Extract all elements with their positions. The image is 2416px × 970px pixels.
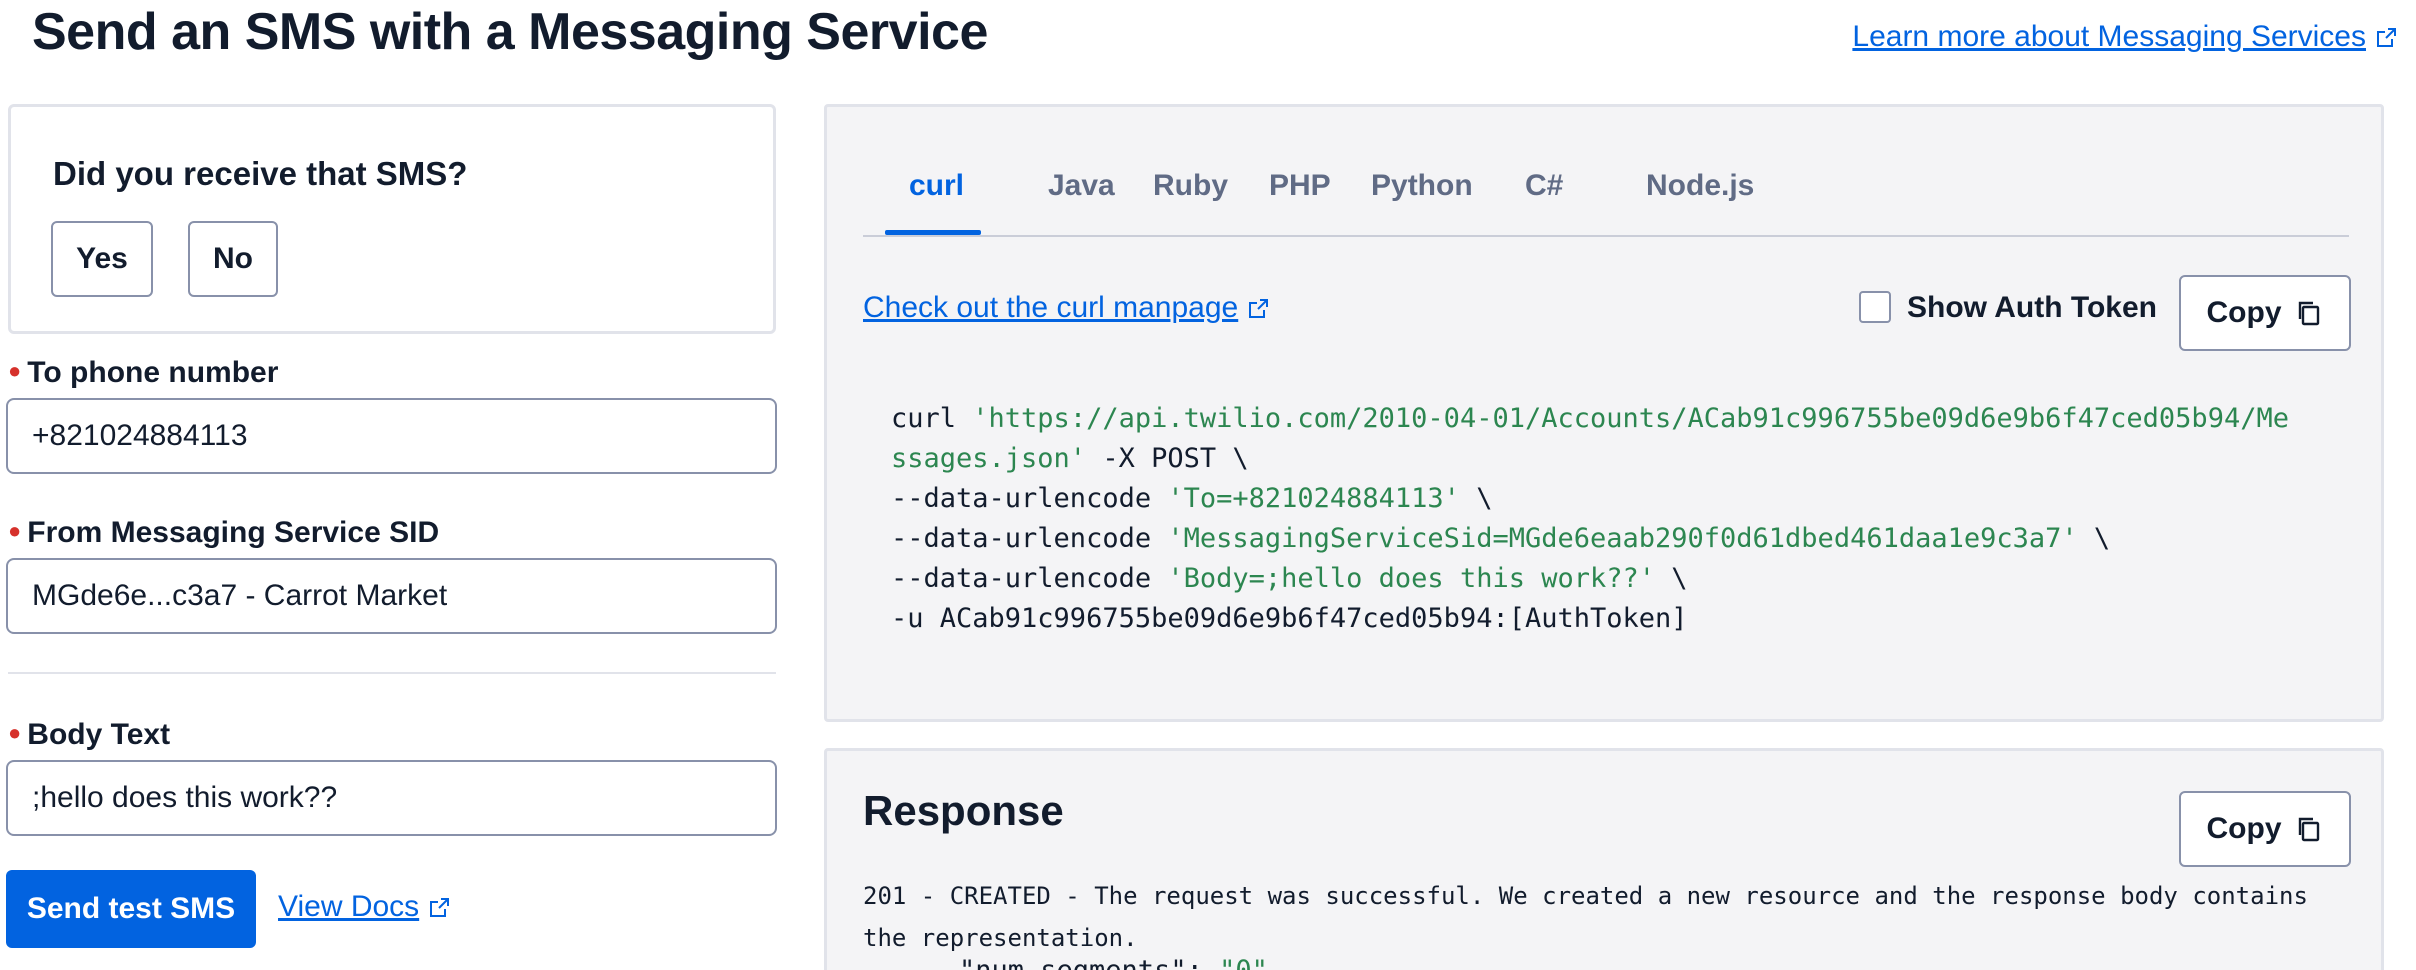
code-line: --data-urlencode 'To=+821024884113' \ — [891, 483, 1492, 514]
tab-ruby[interactable]: Ruby — [1153, 169, 1228, 203]
to-phone-label-text: To phone number — [27, 356, 279, 389]
code-token: -X POST \ — [1086, 443, 1249, 474]
tab-java[interactable]: Java — [1048, 169, 1115, 203]
code-line: ssages.json' -X POST \ — [891, 443, 1249, 474]
no-button[interactable]: No — [188, 221, 278, 297]
code-token: \ — [2077, 523, 2111, 554]
required-dot: ● — [8, 358, 22, 383]
to-phone-input[interactable] — [6, 398, 777, 474]
external-link-icon — [430, 898, 450, 917]
code-string: ssages.json' — [891, 443, 1087, 474]
code-token: --data-urlencode — [891, 563, 1168, 594]
copy-response-label: Copy — [2206, 812, 2282, 845]
copy-code-label: Copy — [2206, 296, 2282, 329]
code-token: \ — [1459, 483, 1493, 514]
code-line: -u ACab91c996755be09d6e9b6f47ced05b94:[A… — [891, 603, 1688, 634]
from-service-label-text: From Messaging Service SID — [27, 516, 440, 549]
show-auth-token-checkbox[interactable] — [1859, 291, 1891, 323]
tab-csharp[interactable]: C# — [1525, 169, 1563, 203]
body-text-input[interactable] — [6, 760, 777, 836]
external-link-icon — [2377, 28, 2396, 47]
code-string: 'MessagingServiceSid=MGde6eaab290f0d61db… — [1167, 523, 2078, 554]
json-value: "0", — [1219, 955, 1284, 970]
curl-manpage-label: Check out the curl manpage — [863, 291, 1239, 324]
active-tab-indicator — [885, 230, 981, 235]
response-status-message: 201 - CREATED - The request was successf… — [863, 882, 2308, 952]
code-line: --data-urlencode 'MessagingServiceSid=MG… — [891, 523, 2110, 554]
code-token: --data-urlencode — [891, 523, 1168, 554]
tab-php[interactable]: PHP — [1269, 169, 1331, 203]
learn-more-link[interactable]: Learn more about Messaging Services — [1852, 20, 2398, 54]
code-string: 'https://api.twilio.com/2010-04-01/Accou… — [972, 403, 2289, 434]
copy-code-button[interactable]: Copy — [2179, 275, 2351, 351]
copy-icon — [2298, 817, 2319, 842]
copy-icon — [2298, 301, 2319, 326]
code-token: \ — [1655, 563, 1688, 594]
json-key: "num_segments": — [959, 955, 1219, 970]
code-snippet: curl 'https://api.twilio.com/2010-04-01/… — [891, 399, 2341, 639]
to-phone-label: ● To phone number — [8, 356, 278, 390]
code-token: curl — [891, 403, 973, 434]
from-service-label: ● From Messaging Service SID — [8, 516, 439, 550]
code-token: --data-urlencode — [891, 483, 1168, 514]
tab-python[interactable]: Python — [1371, 169, 1473, 203]
code-line: --data-urlencode 'Body=;hello does this … — [891, 563, 1688, 594]
curl-manpage-link[interactable]: Check out the curl manpage — [863, 291, 1270, 325]
view-docs-link[interactable]: View Docs — [278, 890, 451, 924]
view-docs-label: View Docs — [278, 890, 420, 923]
code-sample-panel: curl Java Ruby PHP Python C# Node.js Che… — [824, 104, 2384, 722]
external-link-icon — [1249, 299, 1269, 318]
required-dot: ● — [8, 518, 22, 543]
send-test-sms-button[interactable]: Send test SMS — [6, 870, 256, 948]
show-auth-token-label: Show Auth Token — [1907, 291, 2157, 324]
code-string: 'To=+821024884113' — [1167, 483, 1460, 514]
body-text-label: ● Body Text — [8, 718, 170, 752]
divider — [8, 672, 776, 674]
language-tabs: curl Java Ruby PHP Python C# Node.js — [863, 107, 2349, 237]
messaging-service-select[interactable] — [6, 558, 777, 634]
sms-confirmation-card: Did you receive that SMS? Yes No — [8, 104, 776, 334]
tab-curl[interactable]: curl — [909, 169, 964, 203]
body-text-label-text: Body Text — [27, 718, 171, 751]
page-title: Send an SMS with a Messaging Service — [32, 3, 988, 61]
code-string: 'Body=;hello does this work??' — [1167, 563, 1656, 594]
response-panel: Response Copy 201 - CREATED - The reques… — [824, 748, 2384, 970]
learn-more-label: Learn more about Messaging Services — [1852, 20, 2366, 53]
sms-question: Did you receive that SMS? — [53, 155, 468, 192]
yes-button[interactable]: Yes — [51, 221, 153, 297]
response-body: "num_segments": "0", — [959, 955, 1284, 970]
code-line: curl 'https://api.twilio.com/2010-04-01/… — [891, 403, 2289, 434]
copy-response-button[interactable]: Copy — [2179, 791, 2351, 867]
required-dot: ● — [8, 720, 22, 745]
tab-nodejs[interactable]: Node.js — [1646, 169, 1754, 203]
response-title: Response — [863, 787, 1064, 834]
